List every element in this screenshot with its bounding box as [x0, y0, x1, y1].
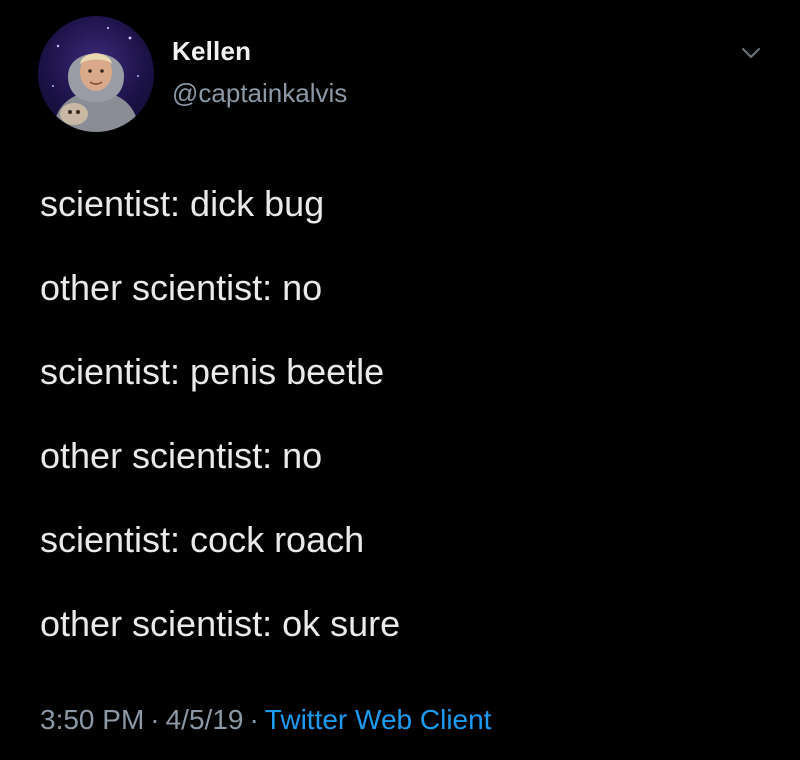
- avatar[interactable]: [38, 16, 154, 132]
- tweet-time[interactable]: 3:50 PM: [40, 704, 144, 735]
- tweet-meta: 3:50 PM · 4/5/19 · Twitter Web Client: [40, 704, 491, 736]
- profile-photo: [52, 27, 140, 132]
- chevron-down-icon[interactable]: [738, 40, 764, 66]
- tweet-line: scientist: dick bug: [40, 183, 325, 224]
- meta-separator: ·: [150, 704, 160, 735]
- tweet-line: scientist: cock roach: [40, 519, 365, 560]
- meta-separator: ·: [249, 704, 259, 735]
- tweet-line: scientist: penis beetle: [40, 351, 385, 392]
- author-handle[interactable]: @captainkalvis: [172, 78, 347, 109]
- tweet-client-link[interactable]: Twitter Web Client: [265, 704, 492, 735]
- tweet-line: other scientist: ok sure: [40, 603, 401, 644]
- tweet-line: other scientist: no: [40, 435, 323, 476]
- tweet-date[interactable]: 4/5/19: [166, 704, 244, 735]
- author-name[interactable]: Kellen: [172, 36, 251, 67]
- tweet-line: other scientist: no: [40, 267, 323, 308]
- tweet-text: scientist: dick bug other scientist: no …: [40, 186, 400, 690]
- tweet: Kellen @captainkalvis scientist: dick bu…: [0, 0, 800, 760]
